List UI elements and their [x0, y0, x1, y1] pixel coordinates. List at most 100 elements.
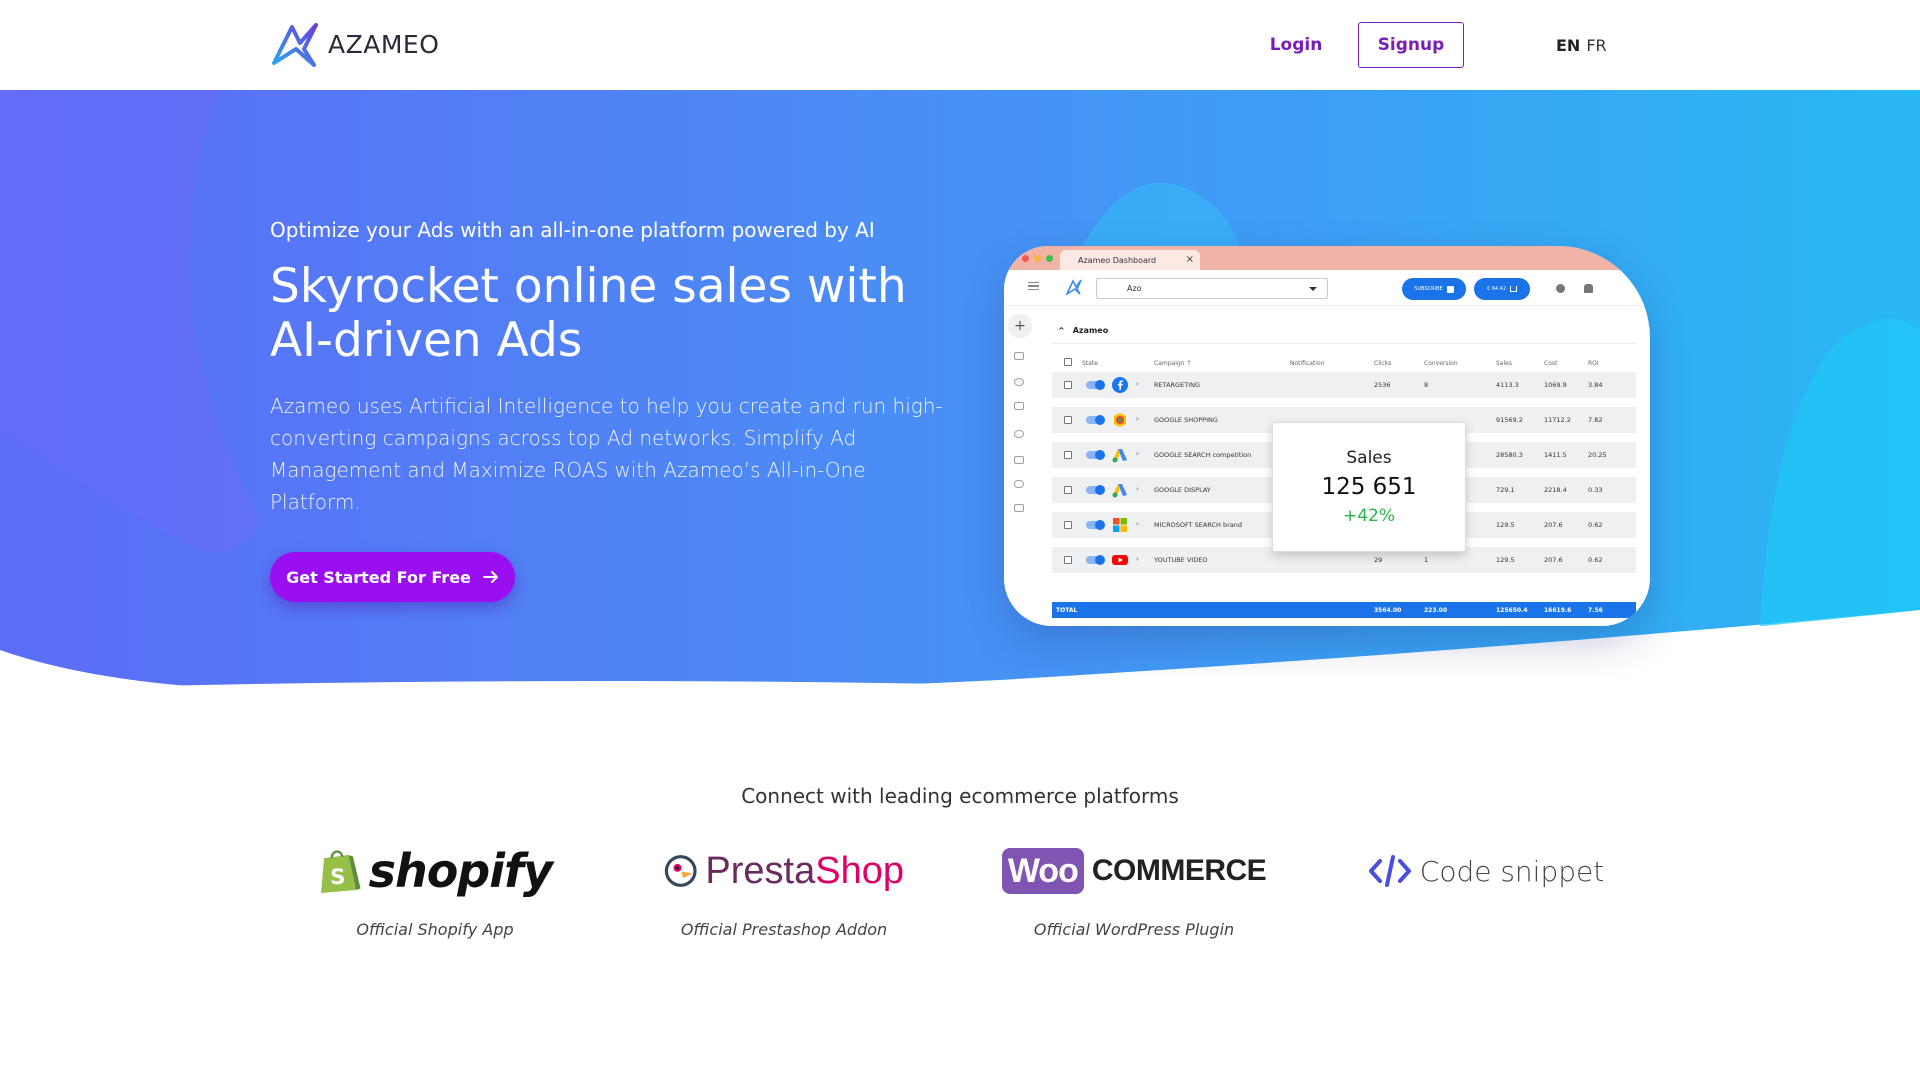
- cart-icon: [1510, 286, 1518, 292]
- row-checkbox: [1064, 381, 1072, 389]
- state-toggle: [1086, 380, 1105, 390]
- login-link[interactable]: Login: [1252, 22, 1340, 68]
- campaign-name: GOOGLE DISPLAY: [1154, 486, 1211, 494]
- cost-value: 1411.5: [1544, 451, 1567, 459]
- subscribe-pill: SUBSCRIBE: [1402, 278, 1466, 300]
- expand-icon: ›: [1136, 415, 1139, 423]
- state-toggle: [1086, 415, 1105, 425]
- sales-value: 729.1: [1496, 486, 1515, 494]
- expand-icon: ›: [1136, 450, 1139, 458]
- hero-title: Skyrocket online sales with AI-driven Ad…: [270, 260, 970, 368]
- google-ads-icon: [1112, 449, 1127, 463]
- state-toggle: [1086, 555, 1105, 565]
- browser-tabbar: Azameo Dashboard ×: [1004, 246, 1650, 270]
- sales-card-delta: +42%: [1342, 506, 1396, 526]
- dashboard-toolbar: Azo SUBSCRIBE € 64.42: [1004, 270, 1650, 306]
- cart-pill: € 64.42: [1474, 278, 1530, 300]
- subscribe-label: SUBSCRIBE: [1414, 286, 1443, 292]
- sales-value: 4113.3: [1496, 381, 1519, 389]
- expand-icon: ›: [1136, 380, 1139, 388]
- azameo-logo[interactable]: AZAMEO: [270, 20, 439, 68]
- card-icon: [1014, 402, 1024, 410]
- woocommerce-caption: Official WordPress Plugin: [1033, 920, 1235, 939]
- get-started-button[interactable]: Get Started For Free: [270, 552, 515, 602]
- cost-value: 2218.4: [1544, 486, 1567, 494]
- row-checkbox: [1064, 486, 1072, 494]
- sales-value: 91569.2: [1496, 416, 1523, 424]
- total-roi: 7.56: [1588, 606, 1603, 614]
- conversion-value: 8: [1424, 381, 1429, 389]
- chevron-down-icon: [1309, 287, 1317, 291]
- campaign-name: GOOGLE SEARCH competition: [1154, 451, 1252, 459]
- col-notification: Notification: [1290, 360, 1325, 367]
- hero-description: Azameo uses Artificial Intelligence to h…: [270, 394, 943, 514]
- hero-title-line1: Skyrocket online sales with: [270, 259, 907, 314]
- facebook-icon: [1112, 377, 1128, 393]
- language-switcher: EN FR: [1556, 22, 1607, 68]
- row-checkbox: [1064, 416, 1072, 424]
- partner-code-snippet[interactable]: Code snippet: [1366, 836, 1606, 956]
- sliders-icon: [1014, 504, 1024, 512]
- account-section-title: Azameo: [1072, 326, 1109, 335]
- cost-value: 11712.2: [1544, 416, 1571, 424]
- state-toggle: [1086, 520, 1105, 530]
- lang-en[interactable]: EN: [1556, 36, 1580, 55]
- total-row: TOTAL 3564.00 223.00 125650.4 16619.6 7.…: [1052, 602, 1636, 618]
- subscribe-icon: [1446, 285, 1454, 293]
- sales-card-value: 125 651: [1321, 474, 1417, 500]
- browser-tab: Azameo Dashboard ×: [1060, 250, 1200, 270]
- partners-heading: Connect with leading ecommerce platforms: [741, 784, 1179, 808]
- microsoft-icon: [1113, 518, 1127, 532]
- google-ads-icon: [1112, 484, 1127, 498]
- total-cost: 16619.6: [1544, 606, 1572, 614]
- state-toggle: [1086, 450, 1105, 460]
- browser-tab-title: Azameo Dashboard: [1078, 255, 1157, 265]
- window-close-dot: [1022, 255, 1029, 262]
- col-clicks: Clicks: [1374, 360, 1392, 367]
- woocommerce-wordmark: COMMERCE: [1091, 854, 1267, 887]
- menu-icon: [1028, 282, 1039, 290]
- hero-section: Optimize your Ads with an all-in-one pla…: [0, 90, 1920, 690]
- campaign-name: YOUTUBE VIDEO: [1154, 556, 1208, 564]
- plug-icon: [1014, 456, 1024, 464]
- cost-value: 1069.9: [1544, 381, 1567, 389]
- logo-text: AZAMEO: [328, 29, 440, 59]
- prestashop-logo: PrestaShop: [664, 836, 904, 906]
- col-cost: Cost: [1544, 360, 1558, 367]
- col-conversion: Conversion: [1424, 360, 1458, 367]
- shopify-caption: Official Shopify App: [356, 920, 514, 939]
- dashboard-grid-icon: [1014, 352, 1024, 360]
- sales-value: 129.5: [1496, 521, 1515, 529]
- target-icon: [1014, 378, 1024, 386]
- partner-woocommerce[interactable]: Woo COMMERCE Official WordPress Plugin: [1001, 836, 1267, 956]
- code-snippet-logo: Code snippet: [1366, 836, 1606, 906]
- sales-value: 28580.3: [1496, 451, 1523, 459]
- hero-kicker: Optimize your Ads with an all-in-one pla…: [270, 218, 875, 242]
- partner-prestashop[interactable]: PrestaShop Official Prestashop Addon: [664, 836, 904, 956]
- cart-label: € 64.42: [1486, 286, 1507, 292]
- signup-button[interactable]: Signup: [1358, 22, 1464, 68]
- link-icon: [1014, 480, 1024, 488]
- row-checkbox: [1064, 521, 1072, 529]
- azameo-logo-icon: [272, 23, 318, 67]
- shopify-wordmark: shopify: [368, 844, 553, 898]
- svg-text:S: S: [330, 865, 345, 890]
- cost-value: 207.6: [1544, 521, 1563, 529]
- campaign-name: MICROSOFT SEARCH brand: [1154, 521, 1242, 529]
- expand-icon: ›: [1136, 555, 1139, 563]
- sales-value: 129.5: [1496, 556, 1515, 564]
- settings-icon: [1556, 284, 1565, 293]
- google-shopping-icon: [1114, 413, 1126, 427]
- campaign-name: RETARGETING: [1154, 381, 1200, 389]
- partner-shopify[interactable]: S shopify Official Shopify App: [318, 836, 553, 956]
- roi-value: 0.62: [1588, 556, 1603, 564]
- lang-fr[interactable]: FR: [1586, 36, 1606, 55]
- col-state: State: [1082, 360, 1098, 367]
- code-snippet-label: Code snippet: [1419, 854, 1605, 888]
- roi-value: 7.82: [1588, 416, 1603, 424]
- prestashop-wordmark: PrestaShop: [705, 850, 904, 893]
- arrow-right-icon: [482, 571, 498, 583]
- prestashop-puffin-icon: [664, 855, 697, 887]
- add-icon: +: [1008, 314, 1032, 338]
- tab-close-icon: ×: [1185, 254, 1194, 265]
